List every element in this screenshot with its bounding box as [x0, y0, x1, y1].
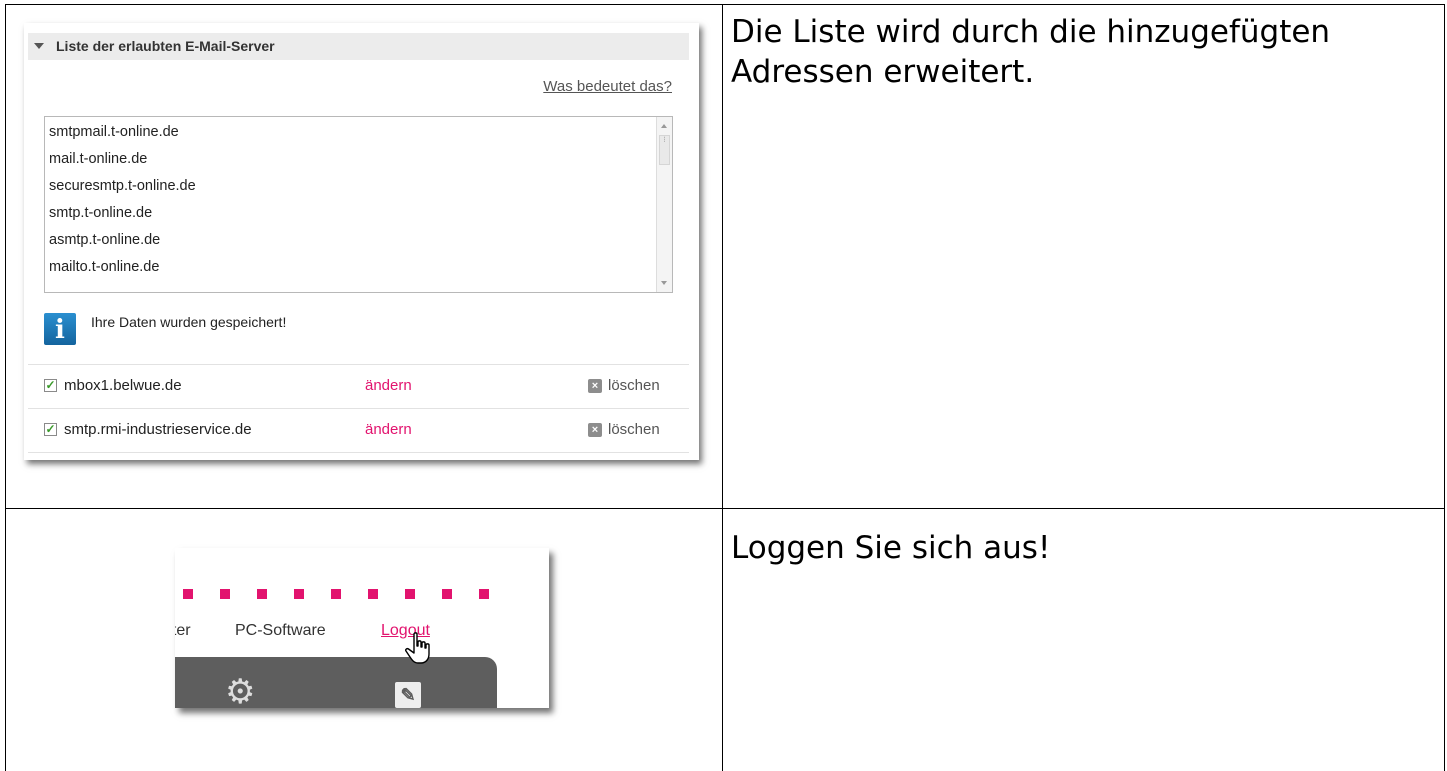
brand-square: [183, 589, 193, 599]
close-icon[interactable]: ×: [588, 423, 602, 437]
brand-square: [294, 589, 304, 599]
brand-square: [220, 589, 230, 599]
table-row: ✓ mbox1.belwue.de ändern × löschen: [28, 365, 689, 408]
divider: [28, 452, 689, 453]
scroll-down-arrow-icon[interactable]: [661, 281, 667, 285]
help-link[interactable]: Was bedeutet das?: [543, 78, 672, 95]
server-list-screenshot: Liste der erlaubten E-Mail-Server Was be…: [24, 23, 699, 460]
chevron-down-icon: [34, 43, 44, 49]
checkbox-checked-icon[interactable]: ✓: [44, 379, 57, 392]
panel-header[interactable]: Liste der erlaubten E-Mail-Server: [28, 33, 689, 60]
server-name: mbox1.belwue.de: [64, 377, 182, 394]
table-border-top: [5, 4, 1445, 5]
info-message: Ihre Daten wurden gespeichert!: [91, 314, 287, 330]
delete-link[interactable]: löschen: [608, 377, 660, 394]
table-column-divider: [722, 4, 723, 771]
scroll-up-arrow-icon[interactable]: [661, 124, 667, 128]
gear-icon[interactable]: ⚙: [225, 675, 255, 708]
brand-square: [257, 589, 267, 599]
list-item[interactable]: smtp.t-online.de: [49, 205, 152, 221]
info-icon: i: [44, 313, 76, 345]
listbox-scrollbar[interactable]: ⁝: [656, 117, 672, 292]
scroll-thumb[interactable]: ⁝: [659, 135, 670, 165]
brand-square: [331, 589, 341, 599]
table-row: ✓ smtp.rmi-industrieservice.de ändern × …: [28, 409, 689, 452]
brand-square: [442, 589, 452, 599]
delete-link[interactable]: löschen: [608, 421, 660, 438]
caption-logout: Loggen Sie sich aus!: [731, 530, 1051, 566]
table-border-left: [5, 4, 6, 771]
edit-link[interactable]: ändern: [365, 377, 412, 394]
list-item[interactable]: smtpmail.t-online.de: [49, 124, 179, 140]
brand-square: [368, 589, 378, 599]
icon-toolbar: ⚙ ✎: [175, 657, 497, 708]
list-item[interactable]: mailto.t-online.de: [49, 259, 159, 275]
table-border-right: [1444, 4, 1445, 771]
server-listbox[interactable]: smtpmail.t-online.de mail.t-online.de se…: [44, 116, 673, 293]
tools-icon[interactable]: ✎: [395, 682, 421, 708]
nav-item-center[interactable]: nter: [175, 622, 191, 640]
logout-screenshot: nter PC-Software Logout ⚙ ✎: [175, 548, 549, 708]
brand-square: [479, 589, 489, 599]
close-icon[interactable]: ×: [588, 379, 602, 393]
hand-pointer-cursor-icon: [405, 632, 430, 664]
caption-list-extended: Die Liste wird durch die hinzugefügten A…: [731, 14, 1331, 90]
checkbox-checked-icon[interactable]: ✓: [44, 423, 57, 436]
list-item[interactable]: mail.t-online.de: [49, 151, 147, 167]
server-name: smtp.rmi-industrieservice.de: [64, 421, 252, 438]
edit-link[interactable]: ändern: [365, 421, 412, 438]
list-item[interactable]: securesmtp.t-online.de: [49, 178, 196, 194]
nav-item-pc-software[interactable]: PC-Software: [235, 622, 326, 640]
brand-square: [405, 589, 415, 599]
list-item[interactable]: asmtp.t-online.de: [49, 232, 160, 248]
table-row-divider: [5, 508, 1445, 509]
panel-title: Liste der erlaubten E-Mail-Server: [56, 38, 275, 54]
